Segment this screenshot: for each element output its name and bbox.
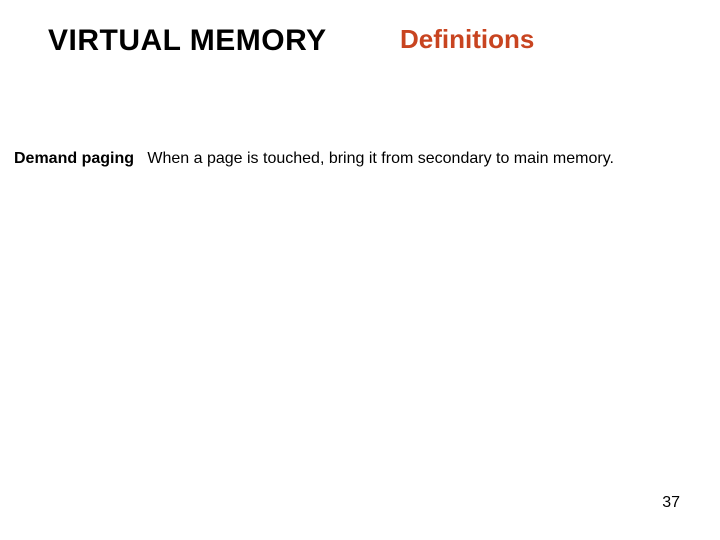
- slide-header: VIRTUAL MEMORY Definitions: [0, 24, 720, 58]
- definition-line: Demand paging When a page is touched, br…: [14, 150, 706, 168]
- definition-term: Demand paging: [14, 150, 134, 167]
- slide-subtitle: Definitions: [400, 24, 534, 55]
- definition-text: When a page is touched, bring it from se…: [147, 150, 614, 167]
- page-number: 37: [662, 494, 680, 512]
- slide-title: VIRTUAL MEMORY: [48, 24, 327, 58]
